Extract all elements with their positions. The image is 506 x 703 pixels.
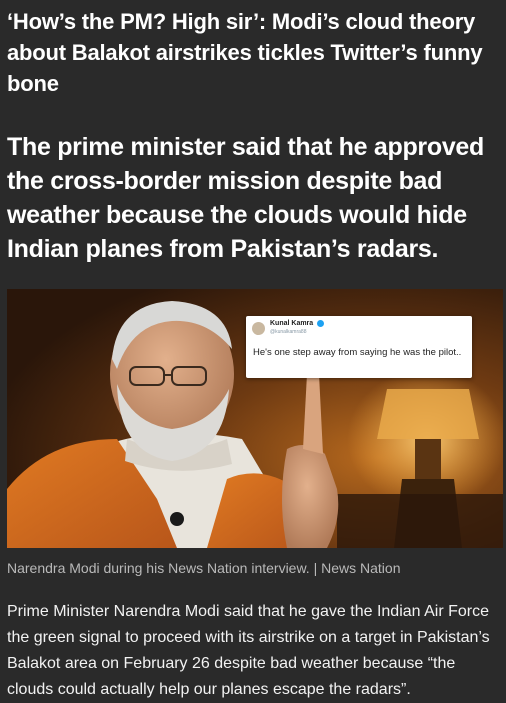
tweet-author-name: Kunal Kamra [270,320,314,327]
tweet-text: He's one step away from saying he was th… [253,347,462,358]
tweet-avatar [252,322,265,335]
tweet-handle: @kunalkamra88 [270,329,307,335]
article-subheadline: The prime minister said that he approved… [7,133,485,263]
article-headline: ‘How’s the PM? High sir’: Modi’s cloud t… [7,9,483,96]
verified-badge-icon [317,320,324,327]
embedded-tweet-card: Kunal Kamra @kunalkamra88 He's one step … [246,316,472,378]
article-body-paragraph: Prime Minister Narendra Modi said that h… [7,603,490,698]
photo-caption: Narendra Modi during his News Nation int… [7,560,401,576]
